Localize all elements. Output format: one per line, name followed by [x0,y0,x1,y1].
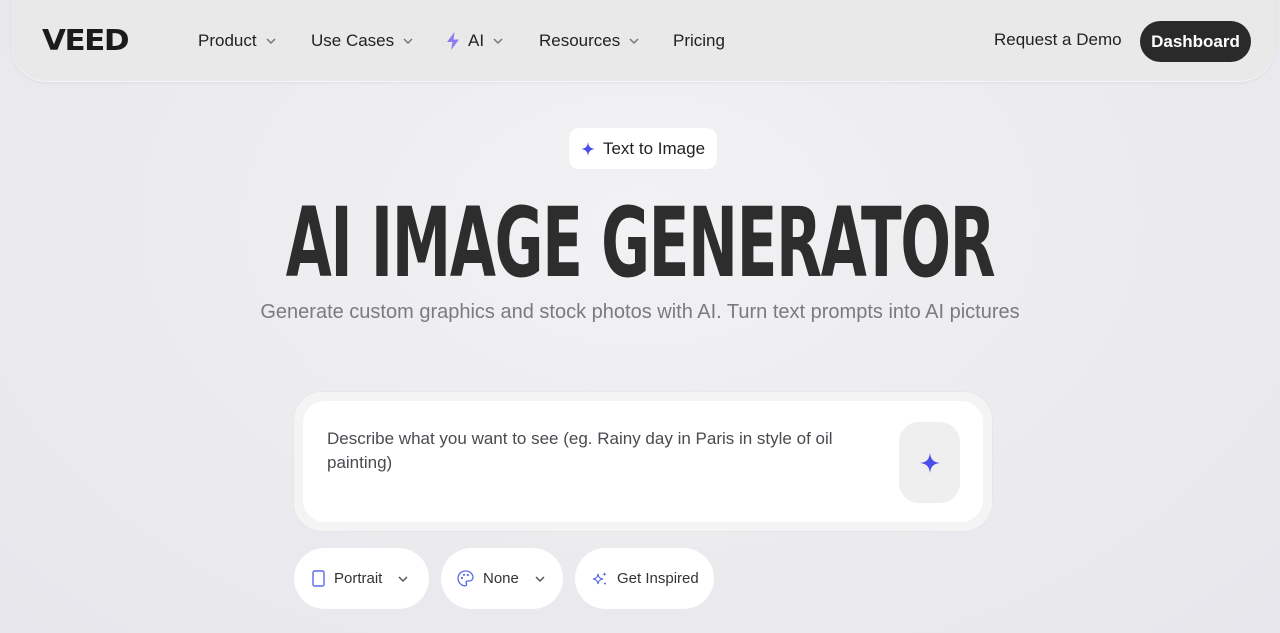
sparkle-icon [919,452,940,473]
chevron-down-icon [629,38,639,45]
chevron-down-icon [398,575,408,582]
get-inspired-button[interactable]: Get Inspired [575,548,714,609]
chevron-down-icon [266,38,276,45]
orientation-label: Portrait [334,570,383,587]
prompt-box-inner [303,401,983,522]
palette-icon [457,570,474,587]
lightning-bolt-icon [447,32,459,50]
nav-item-product[interactable]: Product [198,30,277,52]
chevron-down-icon [493,38,503,45]
sparkles-icon [592,571,607,584]
portrait-icon [312,570,325,587]
nav-item-use-cases[interactable]: Use Cases [311,30,414,52]
badge-label: Text to Image [602,138,706,158]
veed-logo[interactable]: VEED [42,27,130,56]
top-navbar: VEED Product Use Cases AI Resources Pric… [11,0,1275,82]
nav-item-ai[interactable]: AI [446,30,504,52]
chevron-down-icon [403,38,413,45]
nav-item-label: AI [468,31,485,50]
page-title: AI IMAGE GENERATOR [285,187,996,299]
style-label: None [483,570,519,587]
chevron-down-icon [535,575,545,582]
text-to-image-badge: Text to Image [569,128,717,169]
dashboard-button[interactable]: Dashboard [1140,21,1251,62]
get-inspired-label: Get Inspired [617,570,699,587]
nav-item-label: Product [198,31,257,50]
orientation-select[interactable]: Portrait [294,548,429,609]
prompt-input[interactable] [327,427,847,487]
nav-item-label: Use Cases [311,31,395,50]
generate-button[interactable] [899,422,960,503]
nav-item-resources[interactable]: Resources [539,30,640,52]
page-subtitle: Generate custom graphics and stock photo… [260,301,1020,323]
prompt-box [294,392,992,531]
nav-item-label: Resources [539,31,621,50]
sparkle-icon [580,141,595,156]
style-select[interactable]: None [441,548,563,609]
request-demo-link[interactable]: Request a Demo [994,30,1122,50]
nav-item-pricing[interactable]: Pricing [673,30,725,52]
nav-item-label: Pricing [673,31,725,50]
